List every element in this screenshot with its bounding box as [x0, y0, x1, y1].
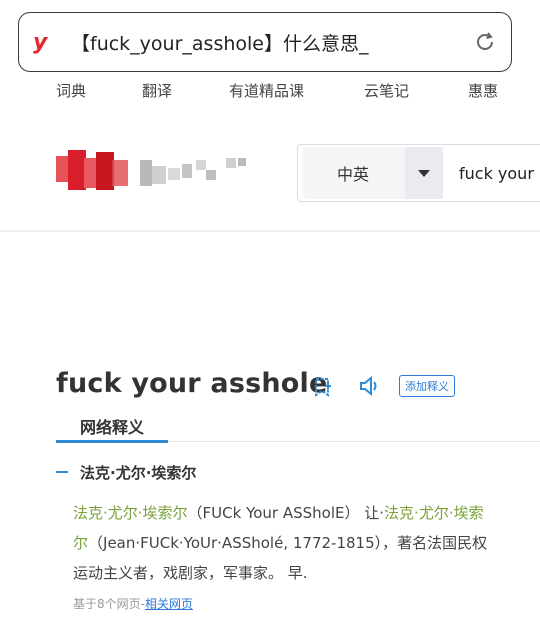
search-input[interactable]: fuck your a	[459, 164, 540, 183]
language-label: 中英	[337, 165, 370, 184]
dropdown-arrow[interactable]	[405, 147, 443, 199]
search-box: 中英 fuck your a	[297, 144, 540, 202]
site-logo-icon: y	[33, 29, 48, 55]
language-select[interactable]: 中英	[303, 147, 443, 199]
header-divider	[0, 230, 540, 232]
definition-text: （FUCk Your ASSholE） 让·	[187, 504, 385, 522]
sense-collapse-toggle[interactable]	[56, 471, 68, 473]
definition-text: 运动主义者，戏剧家，军事家。 早.	[73, 564, 308, 582]
nav-item-translate[interactable]: 翻译	[142, 80, 172, 101]
speaker-icon[interactable]	[358, 374, 380, 398]
definition-text: （Jean·FUCk·YoUr·ASSholé, 1772-1815），著名法国…	[88, 534, 488, 552]
highlight-term[interactable]: 法克·尤尔·埃索尔	[73, 504, 188, 522]
wordbook-add-icon[interactable]	[311, 376, 333, 398]
nav-item-dict[interactable]: 词典	[56, 80, 86, 101]
nav-item-courses[interactable]: 有道精品课	[229, 80, 304, 101]
chevron-down-icon	[418, 169, 430, 177]
nav-item-huihui[interactable]: 惠惠	[468, 80, 498, 101]
tab-web-definitions[interactable]: 网络释义	[80, 414, 144, 438]
nav-item-notes[interactable]: 云笔记	[364, 80, 409, 101]
related-pages-link[interactable]: 相关网页	[145, 597, 193, 611]
source-prefix: 基于8个网页-	[73, 597, 145, 611]
highlight-term[interactable]: 尔	[73, 534, 88, 552]
address-bar[interactable]: y 【fuck_your_asshole】什么意思_	[18, 12, 512, 72]
brand-logo[interactable]	[56, 150, 256, 198]
tab-active-underline	[56, 440, 168, 443]
source-note: 基于8个网页-相关网页	[73, 595, 193, 612]
definition-paragraph: 法克·尤尔·埃索尔（FUCk Your ASSholE） 让·法克·尤尔·埃索 …	[73, 498, 523, 588]
add-definition-button[interactable]: 添加释义	[399, 375, 455, 397]
reload-icon[interactable]	[473, 30, 497, 54]
top-nav: 词典 翻译 有道精品课 云笔记 惠惠	[0, 78, 540, 104]
url-text[interactable]: 【fuck_your_asshole】什么意思_	[71, 29, 473, 56]
headword: fuck your asshole	[56, 368, 328, 399]
sense-title: 法克·尤尔·埃索尔	[80, 464, 197, 482]
highlight-term[interactable]: 法克·尤尔·埃索	[384, 504, 484, 522]
